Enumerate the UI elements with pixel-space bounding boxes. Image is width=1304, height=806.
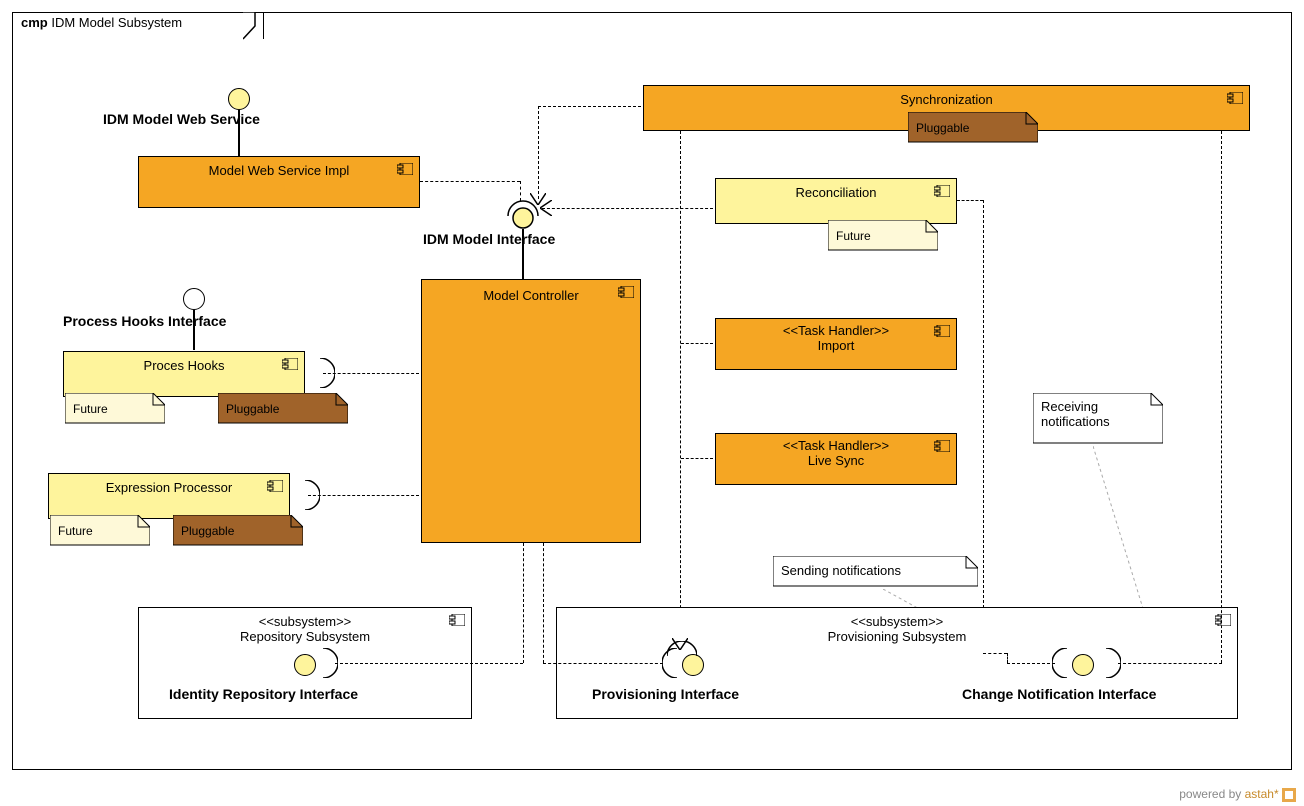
socket-icon [308,648,338,678]
change-notification-interface-label: Change Notification Interface [962,686,1156,702]
web-service-interface-label: IDM Model Web Service [103,111,260,127]
frame-tab: cmp IDM Model Subsystem [12,12,264,39]
svg-text:Future: Future [836,229,871,243]
frame-title: IDM Model Subsystem [51,15,182,30]
pluggable-note: Pluggable [218,393,348,429]
reconciliation-component: Reconciliation [715,178,957,224]
arrow-icon [672,638,688,650]
footer-brand: astah* [1245,787,1279,801]
component-label: Import [716,338,956,353]
footer-text: powered by [1179,787,1244,801]
component-icon [267,480,283,492]
subsystem-name: Repository Subsystem [139,629,471,644]
arrow-icon [540,200,552,216]
astah-icon [1282,788,1296,802]
component-icon [934,440,950,452]
subsystem-name: Provisioning Subsystem [557,629,1237,644]
component-icon [449,614,465,626]
subsystem-stereotype: <<subsystem>> [557,614,1237,629]
provisioning-interface-label: Provisioning Interface [592,686,739,702]
component-label: Reconciliation [716,179,956,200]
socket-icon [1052,648,1082,678]
subsystem-stereotype: <<subsystem>> [139,614,471,629]
expression-processor-component: Expression Processor [48,473,290,519]
pluggable-note: Pluggable [173,515,303,551]
component-label: Synchronization [644,86,1249,107]
component-label: Model Controller [422,280,640,303]
web-service-interface-icon [228,88,250,110]
component-icon [934,325,950,337]
component-icon [934,185,950,197]
identity-repo-interface-label: Identity Repository Interface [169,686,358,702]
frame-kind: cmp [21,15,48,30]
socket-icon [305,358,335,388]
svg-text:Pluggable: Pluggable [226,402,280,416]
process-hooks-interface-label: Process Hooks Interface [63,313,226,329]
process-hooks-component: Proces Hooks [63,351,305,397]
import-component: <<Task Handler>> Import [715,318,957,370]
diagram-frame: cmp IDM Model Subsystem IDM Model Web Se… [12,12,1292,770]
live-sync-component: <<Task Handler>> Live Sync [715,433,957,485]
socket-icon [1091,648,1121,678]
svg-text:Pluggable: Pluggable [181,524,235,538]
component-icon [618,286,634,298]
note-text: Receiving notifications [1041,399,1110,429]
component-icon [1227,92,1243,104]
component-stereotype: <<Task Handler>> [716,438,956,453]
future-note: Future [65,393,165,429]
component-label: Live Sync [716,453,956,468]
svg-text:Future: Future [58,524,93,538]
component-icon [397,163,413,175]
component-label: Model Web Service Impl [139,157,419,178]
footer: powered by astah* [1179,787,1296,802]
socket-icon [290,480,320,510]
component-icon [1215,614,1231,626]
future-note: Future [50,515,150,551]
model-web-service-impl-component: Model Web Service Impl [138,156,420,208]
model-controller-component: Model Controller [421,279,641,543]
svg-text:Pluggable: Pluggable [916,121,970,135]
component-label: Expression Processor [49,474,289,495]
process-hooks-interface-icon [183,288,205,310]
pluggable-note: Pluggable [908,112,1038,148]
component-stereotype: <<Task Handler>> [716,323,956,338]
component-label: Proces Hooks [64,352,304,373]
future-note: Future [828,220,938,256]
component-icon [282,358,298,370]
note-text: Sending notifications [781,563,901,578]
svg-text:Future: Future [73,402,108,416]
